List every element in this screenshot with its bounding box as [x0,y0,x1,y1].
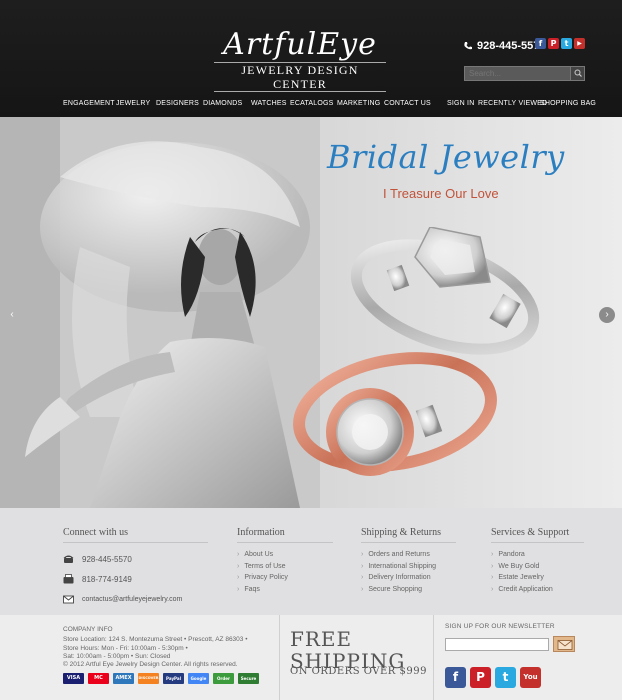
company-hours-weekday: Store Hours: Mon - Fri: 10:00am - 5:30pm… [63,644,188,652]
site-logo[interactable]: ArtfulEye JEWELRY DESIGN CENTER [210,27,390,92]
newsletter-submit-button[interactable] [553,636,575,652]
google-checkout-icon: Google [188,673,209,684]
hero-banner[interactable]: Bridal Jewelry I Treasure Our Love ‹ › [0,117,622,508]
shipping-heading: Shipping & Returns [361,527,456,543]
slider-next-button[interactable]: › [599,307,615,323]
free-shipping-condition: ON ORDERS OVER $999 [290,666,427,677]
youtube-icon[interactable]: You [520,667,541,688]
nav-diamonds[interactable]: DIAMONDS [203,100,242,107]
youtube-icon[interactable]: ▶ [574,38,585,49]
slider-prev-button[interactable]: ‹ [4,307,20,323]
main-navigation: ENGAGEMENT JEWELRY DESIGNERS DIAMONDS WA… [0,98,622,114]
order-by-phone-icon: Order [213,673,234,684]
visa-icon: VISA [63,673,84,684]
envelope-icon [557,640,573,650]
envelope-icon [63,595,74,604]
nav-sign-in[interactable]: SIGN IN [447,100,474,107]
link-pandora[interactable]: Pandora [491,549,584,561]
search-button[interactable] [570,67,584,80]
phone-icon [464,42,472,50]
nav-marketing[interactable]: MARKETING [337,100,380,107]
link-terms-of-use[interactable]: Terms of Use [237,561,333,573]
nav-contact-us[interactable]: CONTACT US [384,100,431,107]
link-international-shipping[interactable]: International Shipping [361,561,456,573]
company-hours-weekend: Sat: 10:00am - 5:00pm • Sun: Closed [63,652,171,660]
free-shipping-word-free: FREE [290,627,353,651]
newsletter-email-input[interactable] [445,638,549,651]
footer-links: Connect with us 928-445-5570 818-774-914… [0,508,622,615]
pinterest-icon[interactable]: P [548,38,559,49]
services-heading: Services & Support [491,527,584,543]
connect-phone[interactable]: 928-445-5570 [63,553,208,565]
logo-wordmark: ArtfulEye [223,27,377,62]
chevron-right-icon: › [605,309,609,320]
newsletter-label: SIGN UP FOR OUR NEWSLETTER [445,623,555,630]
shipping-column: Shipping & Returns Orders and Returns In… [361,527,456,595]
site-header: ArtfulEye JEWELRY DESIGN CENTER 928-445-… [0,0,622,117]
link-credit-application[interactable]: Credit Application [491,584,584,596]
telephone-icon [63,555,74,563]
hero-subtitle: I Treasure Our Love [383,186,499,201]
search-box [464,66,585,81]
chevron-left-icon: ‹ [10,309,14,320]
paypal-icon: PayPal [163,673,184,684]
connect-fax-number: 818-774-9149 [82,574,132,584]
connect-email[interactable]: contactus@artfuleyejewelry.com [63,593,208,605]
link-faqs[interactable]: Faqs [237,584,333,596]
connect-fax[interactable]: 818-774-9149 [63,573,208,585]
divider [279,615,280,700]
company-info-heading: COMPANY INFO [63,626,113,633]
copyright-text: © 2012 Artful Eye Jewelry Design Center.… [63,661,238,669]
discover-icon: DISCOVER [138,673,159,684]
connect-column: Connect with us 928-445-5570 818-774-914… [63,527,208,605]
link-we-buy-gold[interactable]: We Buy Gold [491,561,584,573]
company-address: Store Location: 124 S. Montezuma Street … [63,636,248,644]
hero-title: Bridal Jewelry [327,138,565,176]
connect-email-address: contactus@artfuleyejewelry.com [82,595,183,603]
link-estate-jewelry[interactable]: Estate Jewelry [491,572,584,584]
search-input[interactable] [465,67,571,80]
fax-icon [63,574,74,584]
link-orders-returns[interactable]: Orders and Returns [361,549,456,561]
header-social-links: f P t ▶ [535,38,585,49]
twitter-icon[interactable]: t [495,667,516,688]
amex-icon: AMEX [113,673,134,684]
nav-ecatalogs[interactable]: ECATALOGS [290,100,334,107]
secure-site-icon: Secure [238,673,259,684]
logo-tagline: JEWELRY DESIGN CENTER [214,62,386,92]
footer-bottom: COMPANY INFO Store Location: 124 S. Mont… [0,615,622,700]
mastercard-icon: MC [88,673,109,684]
link-secure-shopping[interactable]: Secure Shopping [361,584,456,596]
nav-shopping-bag[interactable]: SHOPPING BAG [540,100,596,107]
link-privacy-policy[interactable]: Privacy Policy [237,572,333,584]
rings-image [293,227,540,476]
link-about-us[interactable]: About Us [237,549,333,561]
nav-watches[interactable]: WATCHES [251,100,287,107]
information-column: Information About Us Terms of Use Privac… [237,527,333,595]
link-delivery-information[interactable]: Delivery Information [361,572,456,584]
bride-photo [0,117,320,508]
divider [433,615,434,700]
footer-social-links: f P t You [445,667,541,688]
information-heading: Information [237,527,333,543]
pinterest-icon[interactable]: P [470,667,491,688]
nav-recently-viewed[interactable]: RECENTLY VIEWED [478,100,547,107]
company-info: COMPANY INFO Store Location: 124 S. Mont… [63,626,248,669]
payment-methods: VISA MC AMEX DISCOVER PayPal Google Orde… [63,673,259,684]
nav-designers[interactable]: DESIGNERS [156,100,199,107]
facebook-icon[interactable]: f [445,667,466,688]
header-phone[interactable]: 928-445-5570 [463,40,546,52]
nav-engagement[interactable]: ENGAGEMENT [63,100,115,107]
connect-phone-number: 928-445-5570 [82,554,132,564]
services-column: Services & Support Pandora We Buy Gold E… [491,527,584,595]
connect-heading: Connect with us [63,527,208,543]
twitter-icon[interactable]: t [561,38,572,49]
facebook-icon[interactable]: f [535,38,546,49]
search-icon [574,69,582,77]
nav-jewelry[interactable]: JEWELRY [116,100,150,107]
